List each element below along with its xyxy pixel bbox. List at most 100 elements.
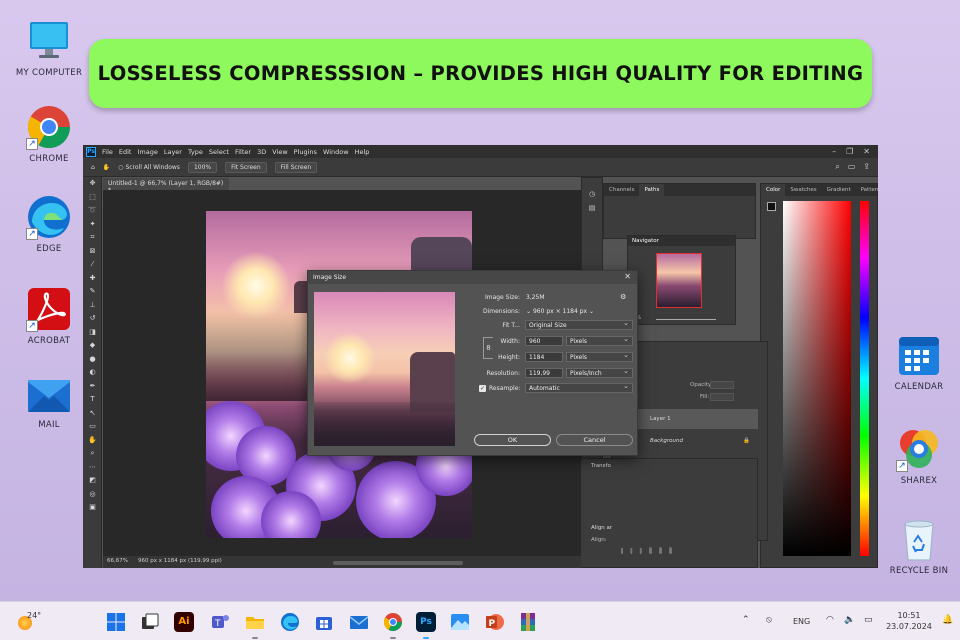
resample-checkbox[interactable]: ✓: [479, 385, 486, 392]
menu-view[interactable]: View: [272, 148, 287, 156]
type-tool-icon[interactable]: T: [83, 393, 102, 407]
lasso-tool-icon[interactable]: ➰: [83, 204, 102, 218]
language-indicator[interactable]: ENG: [793, 617, 810, 626]
menu-file[interactable]: File: [102, 148, 113, 156]
menu-window[interactable]: Window: [323, 148, 349, 156]
panel-history-icon[interactable]: ◷: [582, 190, 602, 198]
document-tab[interactable]: Untitled-1 @ 66,7% (Layer 1, RGB/8#) *: [103, 178, 229, 194]
menu-help[interactable]: Help: [355, 148, 370, 156]
crop-tool-icon[interactable]: ⌗: [83, 231, 102, 245]
weather-widget[interactable]: 24°: [16, 611, 56, 633]
navigator-thumbnail[interactable]: [656, 253, 702, 308]
chevron-down-icon[interactable]: ⌄: [526, 308, 531, 315]
menu-filter[interactable]: Filter: [235, 148, 251, 156]
path-select-tool-icon[interactable]: ↖: [83, 407, 102, 421]
foreground-swatch[interactable]: [767, 202, 776, 211]
resolution-input[interactable]: 119,99: [525, 368, 563, 378]
ok-button[interactable]: OK: [474, 434, 551, 446]
width-input[interactable]: 960: [525, 336, 563, 346]
status-zoom[interactable]: 66,67%: [107, 558, 128, 566]
edge-icon[interactable]: [280, 612, 300, 632]
file-explorer-icon[interactable]: [245, 612, 265, 632]
share-icon[interactable]: ⇪: [863, 162, 870, 172]
photoshop-icon[interactable]: Ps: [416, 612, 436, 632]
tab-swatches[interactable]: Swatches: [785, 184, 821, 196]
volume-icon[interactable]: 🔈: [844, 615, 855, 625]
minimize-icon[interactable]: –: [832, 147, 836, 156]
desktop-icon-edge[interactable]: ↗ EDGE: [4, 194, 94, 254]
menu-3d[interactable]: 3D: [257, 148, 266, 156]
blur-tool-icon[interactable]: ●: [83, 353, 102, 367]
fill-input[interactable]: [710, 393, 734, 401]
brush-tool-icon[interactable]: ✎: [83, 285, 102, 299]
marquee-tool-icon[interactable]: ⬚: [83, 191, 102, 205]
illustrator-icon[interactable]: Ai: [174, 612, 194, 632]
menu-image[interactable]: Image: [137, 148, 157, 156]
close-icon[interactable]: ✕: [624, 272, 631, 281]
desktop-icon-sharex[interactable]: ↗ SHAREX: [874, 426, 960, 486]
dialog-preview-image[interactable]: [314, 292, 455, 446]
more-tools-icon[interactable]: ⋯: [83, 461, 102, 475]
pen-tool-icon[interactable]: ✒: [83, 380, 102, 394]
restore-icon[interactable]: ❐: [846, 147, 853, 156]
desktop-icon-my-computer[interactable]: MY COMPUTER: [4, 18, 94, 78]
notification-bell-icon[interactable]: 🔔: [942, 615, 953, 625]
stamp-tool-icon[interactable]: ⊥: [83, 299, 102, 313]
menu-type[interactable]: Type: [188, 148, 203, 156]
desktop-icon-acrobat[interactable]: ↗ ACROBAT: [4, 286, 94, 346]
tab-paths[interactable]: Paths: [639, 184, 665, 196]
fit-to-select[interactable]: Original Size: [525, 319, 633, 330]
menu-layer[interactable]: Layer: [164, 148, 182, 156]
move-tool-icon[interactable]: ✥: [83, 177, 102, 191]
history-brush-tool-icon[interactable]: ↺: [83, 312, 102, 326]
align-section-title[interactable]: Align ar: [591, 525, 612, 531]
magic-wand-tool-icon[interactable]: ✦: [83, 218, 102, 232]
chrome-icon[interactable]: [383, 612, 403, 632]
shape-tool-icon[interactable]: ▭: [83, 420, 102, 434]
navigator-zoom-slider[interactable]: [656, 319, 716, 320]
mail-icon[interactable]: [349, 612, 369, 632]
menu-select[interactable]: Select: [209, 148, 229, 156]
hue-slider[interactable]: [860, 201, 869, 556]
healing-tool-icon[interactable]: ✚: [83, 272, 102, 286]
dialog-titlebar[interactable]: Image Size ✕: [308, 271, 637, 284]
fill-screen-button[interactable]: Fill Screen: [274, 161, 318, 173]
fit-screen-button[interactable]: Fit Screen: [225, 161, 267, 173]
hand-tool-icon[interactable]: ✋: [83, 434, 102, 448]
color-picker-field[interactable]: [783, 201, 851, 556]
show-hidden-icons-icon[interactable]: ⌃: [742, 615, 750, 625]
tab-gradient[interactable]: Gradient: [822, 184, 856, 196]
layer-row-background[interactable]: Background 🔒: [638, 431, 758, 451]
eraser-tool-icon[interactable]: ◨: [83, 326, 102, 340]
menu-edit[interactable]: Edit: [119, 148, 132, 156]
panel-comment-icon[interactable]: ▤: [582, 204, 602, 212]
height-unit-select[interactable]: Pixels: [566, 351, 633, 362]
powerpoint-icon[interactable]: P: [485, 612, 505, 632]
width-unit-select[interactable]: Pixels: [566, 335, 633, 346]
eyedropper-tool-icon[interactable]: ⁄: [83, 258, 102, 272]
screen-mode-icon[interactable]: ▣: [83, 501, 102, 515]
store-icon[interactable]: [314, 612, 334, 632]
opacity-input[interactable]: [710, 381, 734, 389]
workspace-icon[interactable]: ▭: [848, 162, 856, 172]
transform-section-title[interactable]: Transfo: [591, 463, 611, 469]
menu-plugins[interactable]: Plugins: [294, 148, 317, 156]
winrar-icon[interactable]: [518, 612, 538, 632]
tab-patterns[interactable]: Patterns: [856, 184, 878, 196]
chevron-down-icon[interactable]: ⌄: [589, 308, 594, 315]
quick-mask-icon[interactable]: ◎: [83, 488, 102, 502]
hand-tool-icon[interactable]: ✋: [103, 164, 110, 171]
zoom-tool-icon[interactable]: ⌕: [83, 447, 102, 461]
task-view-icon[interactable]: [140, 612, 160, 632]
dodge-tool-icon[interactable]: ◐: [83, 366, 102, 380]
desktop-icon-recycle-bin[interactable]: RECYCLE BIN: [874, 516, 960, 576]
desktop-icon-chrome[interactable]: ↗ CHROME: [4, 104, 94, 164]
clock[interactable]: 10:51 23.07.2024: [884, 610, 934, 632]
frame-tool-icon[interactable]: ⊠: [83, 245, 102, 259]
desktop-icon-calendar[interactable]: CALENDAR: [874, 332, 960, 392]
start-icon[interactable]: [106, 612, 126, 632]
bucket-tool-icon[interactable]: ◆: [83, 339, 102, 353]
layer-row-layer1[interactable]: Layer 1: [638, 409, 758, 429]
resolution-unit-select[interactable]: Pixels/Inch: [566, 367, 633, 378]
resample-select[interactable]: Automatic: [525, 382, 633, 393]
